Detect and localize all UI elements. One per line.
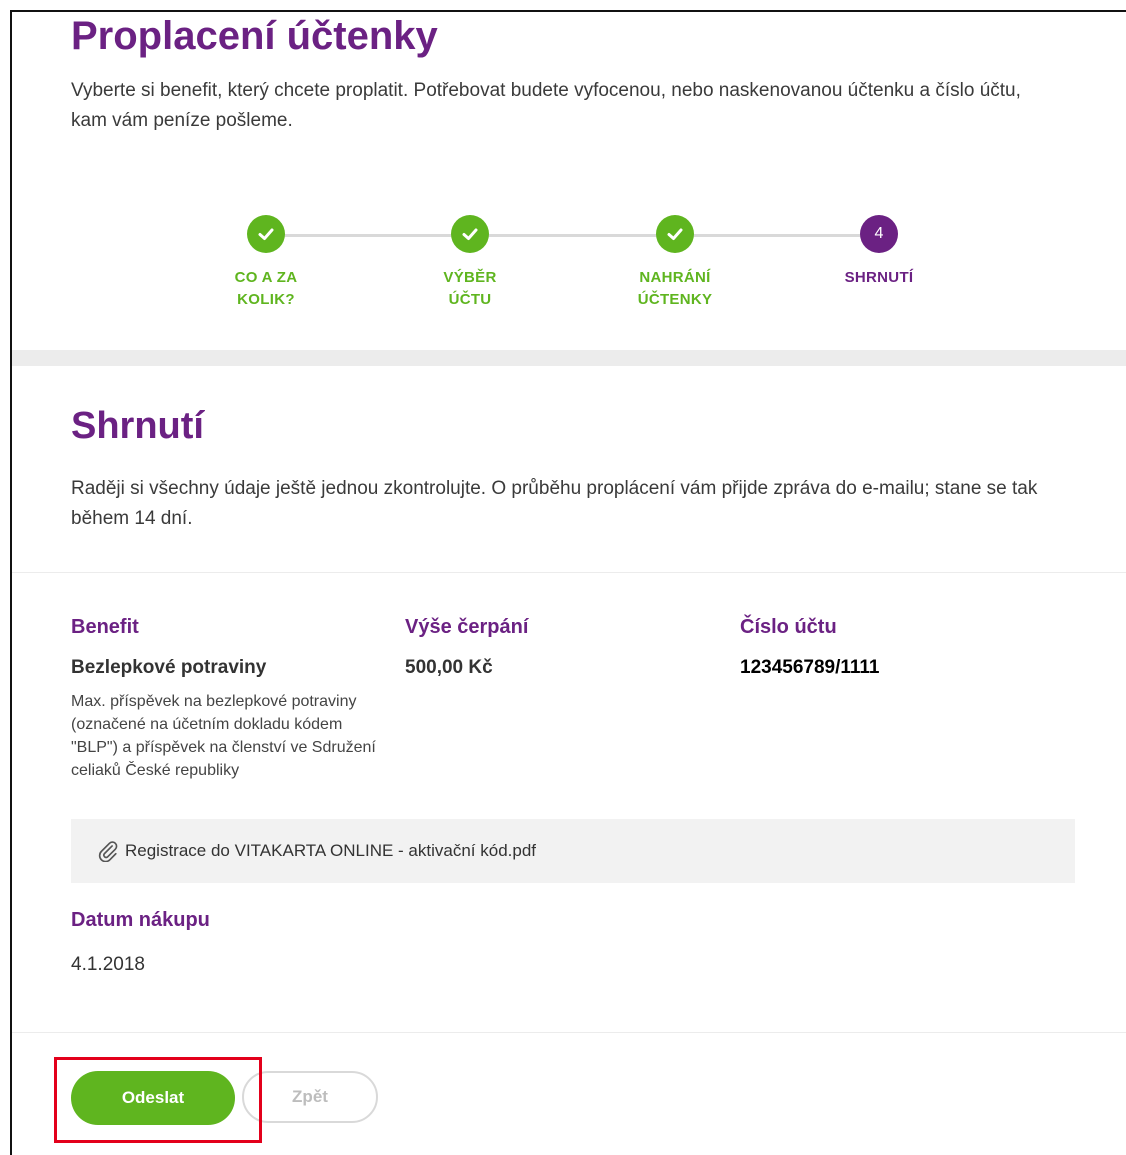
divider [12,1032,1126,1033]
page-intro: Vyberte si benefit, který chcete proplat… [71,80,1021,131]
step-1: CO A ZA KOLIK? [196,215,336,311]
benefit-name: Bezlepkové potraviny [71,657,267,678]
benefit-column: Benefit Bezlepkové potraviny Max. příspě… [71,614,391,782]
step-4: 4 SHRNUTÍ [809,215,949,289]
summary-intro: Raději si všechny údaje ještě jednou zko… [71,478,1038,529]
amount-label: Výše čerpání [405,616,529,638]
benefit-label: Benefit [71,616,139,638]
amount-value: 500,00 Kč [405,657,493,678]
back-button[interactable]: Zpět [242,1071,378,1123]
divider [12,572,1126,573]
account-value: 123456789/1111 [740,657,880,678]
step-2: VÝBĚR ÚČTU [400,215,540,311]
benefit-description: Max. příspěvek na bezlepkové potraviny (… [71,693,376,779]
check-icon [247,215,285,253]
account-column: Číslo účtu 123456789/1111 [740,614,880,680]
account-label: Číslo účtu [740,616,837,638]
step-3: NAHRÁNÍ ÚČTENKY [605,215,745,311]
step-label: NAHRÁNÍ ÚČTENKY [637,269,713,308]
step-number: 4 [860,215,898,253]
check-icon [451,215,489,253]
step-label: VÝBĚR ÚČTU [443,269,497,308]
amount-column: Výše čerpání 500,00 Kč [405,614,528,680]
step-label: CO A ZA KOLIK? [234,269,298,308]
attachment-item[interactable]: Registrace do VITAKARTA ONLINE - aktivač… [71,819,1075,883]
progress-stepper: CO A ZA KOLIK? VÝBĚR ÚČTU NAHRÁNÍ ÚČTENK… [160,215,980,315]
summary-title: Shrnutí [71,405,204,447]
page-title: Proplacení účtenky [71,14,438,58]
check-icon [656,215,694,253]
attachment-filename[interactable]: Registrace do VITAKARTA ONLINE - aktivač… [125,841,536,861]
paperclip-icon [98,841,118,862]
section-separator [12,350,1126,366]
purchase-date-label: Datum nákupu [71,909,210,931]
stepper-line [266,234,882,237]
step-label: SHRNUTÍ [844,269,914,286]
page-frame [10,10,1126,1155]
highlight-box [54,1057,262,1143]
purchase-date-value: 4.1.2018 [71,954,145,975]
